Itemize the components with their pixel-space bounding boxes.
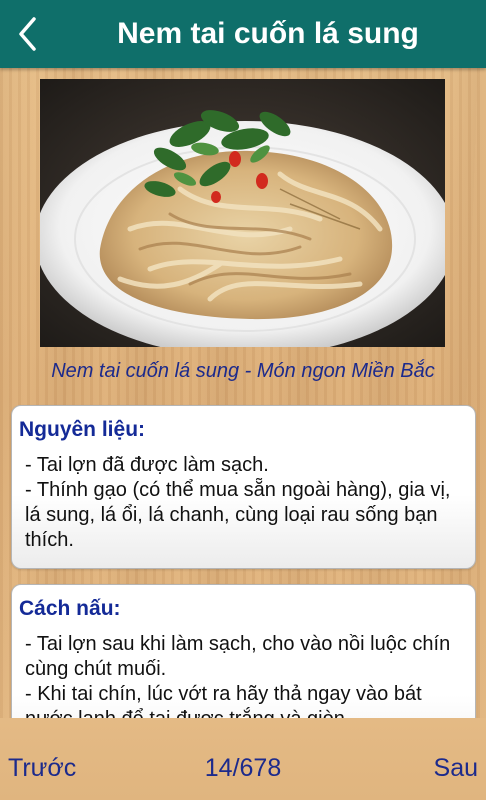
chevron-left-icon bbox=[19, 17, 36, 51]
ingredients-body: - Tai lợn đã được làm sạch. - Thính gạo … bbox=[25, 453, 465, 553]
dish-photo bbox=[40, 79, 445, 347]
ingredient-line: - Tai lợn đã được làm sạch. bbox=[25, 454, 269, 476]
back-button[interactable] bbox=[10, 14, 46, 54]
page-title: Nem tai cuốn lá sung bbox=[117, 17, 419, 50]
ingredient-line: - Thính gạo (có thể mua sẵn ngoài hàng),… bbox=[25, 479, 451, 551]
method-line: - Tai lợn sau khi làm sạch, cho vào nồi … bbox=[25, 633, 451, 680]
photo-caption: Nem tai cuốn lá sung - Món ngon Miền Bắc bbox=[51, 360, 435, 382]
method-heading: Cách nấu: bbox=[19, 597, 121, 620]
method-body: - Tai lợn sau khi làm sạch, cho vào nồi … bbox=[25, 632, 465, 732]
ingredients-heading: Nguyên liệu: bbox=[19, 418, 146, 441]
top-bar: Nem tai cuốn lá sung bbox=[0, 0, 486, 68]
ingredients-card: Nguyên liệu: - Tai lợn đã được làm sạch.… bbox=[11, 405, 476, 569]
next-button[interactable]: Sau bbox=[434, 753, 478, 783]
previous-button[interactable]: Trước bbox=[8, 753, 76, 783]
